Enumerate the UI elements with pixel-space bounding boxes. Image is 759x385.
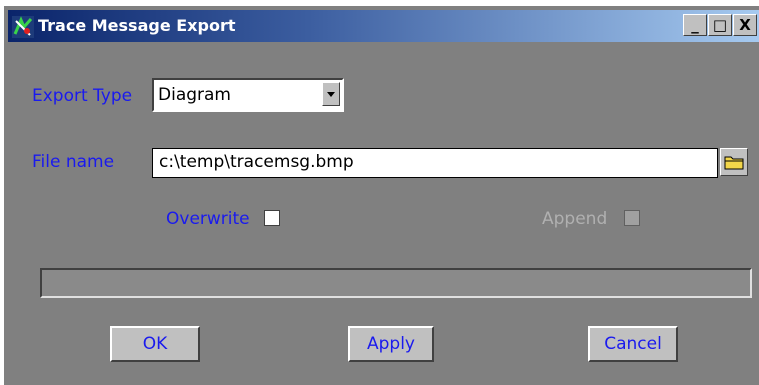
overwrite-checkbox[interactable] [264, 210, 280, 226]
cancel-button[interactable]: Cancel [588, 326, 678, 362]
close-button[interactable]: X [733, 14, 757, 36]
dialog-body: Export Type Diagram File name Overwrite … [18, 46, 758, 382]
export-type-label: Export Type [32, 86, 133, 106]
folder-icon [724, 156, 744, 170]
app-icon [12, 16, 34, 38]
export-type-select[interactable]: Diagram [152, 78, 344, 112]
ok-button[interactable]: OK [110, 326, 200, 362]
chevron-down-icon [327, 92, 335, 97]
browse-button[interactable] [720, 148, 748, 176]
progress-bar [40, 268, 752, 298]
apply-button[interactable]: Apply [348, 326, 434, 362]
append-checkbox [624, 210, 640, 226]
close-icon: X [739, 16, 751, 34]
trace-message-export-window: Trace Message Export _ □ X Export Type D… [4, 6, 759, 385]
window-title: Trace Message Export [38, 16, 236, 35]
dropdown-button[interactable] [322, 82, 340, 106]
minimize-icon: _ [691, 16, 699, 34]
file-name-input[interactable] [153, 149, 715, 175]
file-name-label: File name [32, 152, 115, 172]
export-type-value: Diagram [158, 85, 231, 105]
overwrite-label: Overwrite [166, 209, 250, 229]
title-bar[interactable]: Trace Message Export _ □ X [8, 10, 759, 42]
file-name-field[interactable] [152, 148, 718, 178]
maximize-button[interactable]: □ [708, 14, 732, 36]
maximize-icon: □ [712, 16, 728, 34]
append-label: Append [542, 209, 608, 229]
minimize-button[interactable]: _ [683, 14, 707, 36]
